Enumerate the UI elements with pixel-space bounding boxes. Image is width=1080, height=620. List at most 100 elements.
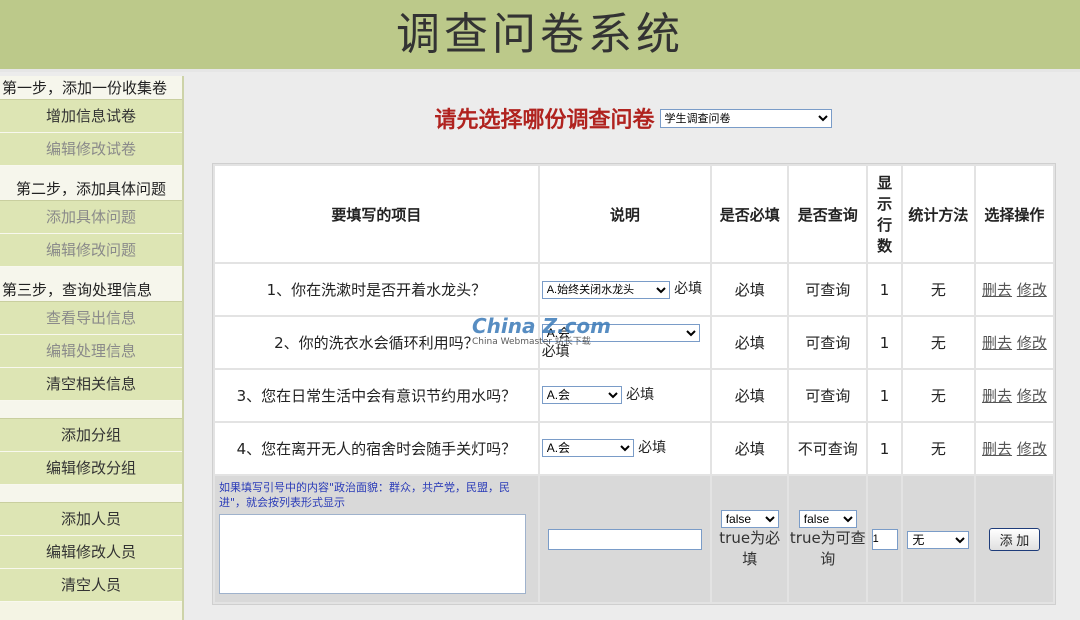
sidebar-step1-heading: 第一步，添加一份收集卷 xyxy=(0,76,182,100)
sidebar-item-view-export[interactable]: 查看导出信息 xyxy=(0,302,182,335)
ops-cell: 删去 修改 xyxy=(975,423,1053,474)
new-required-cell: false true为必填 xyxy=(712,476,788,602)
question-table-wrapper: 要填写的项目 说明 是否必填 是否查询 显 示 行 数 统计方法 选择操作 1、… xyxy=(212,163,1056,605)
answer-select[interactable]: A.会 xyxy=(541,386,622,404)
new-stat-cell: 无 xyxy=(902,476,974,602)
desc-required-label: 必填 xyxy=(674,281,703,297)
sidebar-item-edit-group[interactable]: 编辑修改分组 xyxy=(0,452,182,485)
query-cell: 可查询 xyxy=(789,370,867,421)
new-add-cell: 添 加 xyxy=(975,476,1053,602)
ops-cell: 删去 修改 xyxy=(975,317,1053,368)
table-row: 3、您在日常生活中会有意识节约用水吗？ A.会 必填 必填 可查询 1 无 删去… xyxy=(215,370,1053,421)
page-prompt: 请先选择哪份调查问卷 xyxy=(434,107,655,133)
required-cell: 必填 xyxy=(712,423,788,474)
col-header-rows-char: 显 xyxy=(877,174,893,192)
main-content: 请先选择哪份调查问卷 学生调查问卷 要填写的项目 说明 是否必填 是否查询 显 … xyxy=(186,76,1080,620)
sidebar-item-add-group[interactable]: 添加分组 xyxy=(0,419,182,452)
delete-link[interactable]: 删去 xyxy=(982,334,1012,352)
edit-link[interactable]: 修改 xyxy=(1017,440,1047,458)
ops-cell: 删去 修改 xyxy=(975,264,1053,315)
stat-cell: 无 xyxy=(902,423,974,474)
sidebar-item-edit-paper[interactable]: 编辑修改试卷 xyxy=(0,133,182,166)
table-row: 1、你在洗漱时是否开着水龙头？ A.始终关闭水龙头 必填 必填 可查询 1 无 … xyxy=(215,264,1053,315)
sidebar-spacer xyxy=(0,401,182,419)
question-desc: A.会 必填 xyxy=(539,370,711,421)
input-hint: 如果填写引号中的内容"政治面貌：群众，共产党，民盟，民进"，就会按列表形式显示 xyxy=(219,481,511,509)
edit-link[interactable]: 修改 xyxy=(1017,334,1047,352)
new-question-textarea[interactable] xyxy=(219,514,526,594)
sidebar-spacer xyxy=(0,267,182,278)
required-select[interactable]: false xyxy=(720,509,779,528)
query-select[interactable]: false xyxy=(798,509,857,528)
sidebar-item-add-paper[interactable]: 增加信息试卷 xyxy=(0,100,182,133)
col-header-desc: 说明 xyxy=(539,166,711,262)
table-header-row: 要填写的项目 说明 是否必填 是否查询 显 示 行 数 统计方法 选择操作 xyxy=(215,166,1053,262)
app-title: 调查问卷系统 xyxy=(396,9,684,60)
col-header-item: 要填写的项目 xyxy=(215,166,538,262)
edit-link[interactable]: 修改 xyxy=(1017,387,1047,405)
add-button[interactable]: 添 加 xyxy=(988,527,1041,551)
delete-link[interactable]: 删去 xyxy=(982,440,1012,458)
sidebar-item-edit-member[interactable]: 编辑修改人员 xyxy=(0,536,182,569)
rows-cell: 1 xyxy=(868,264,901,315)
col-header-stat: 统计方法 xyxy=(902,166,974,262)
table-row: 4、您在离开无人的宿舍时会随手关灯吗？ A.会 必填 必填 不可查询 1 无 删… xyxy=(215,423,1053,474)
question-desc: A.始终关闭水龙头 必填 xyxy=(539,264,711,315)
edit-link[interactable]: 修改 xyxy=(1017,281,1047,299)
sidebar: 第一步，添加一份收集卷 增加信息试卷 编辑修改试卷 第二步，添加具体问题 添加具… xyxy=(0,76,184,620)
col-header-rows-char: 数 xyxy=(877,237,893,255)
required-cell: 必填 xyxy=(712,264,788,315)
question-table: 要填写的项目 说明 是否必填 是否查询 显 示 行 数 统计方法 选择操作 1、… xyxy=(212,163,1056,605)
rows-cell: 1 xyxy=(868,423,901,474)
answer-select[interactable]: A.始终关闭水龙头 xyxy=(541,281,670,299)
stat-cell: 无 xyxy=(902,317,974,368)
stat-select[interactable]: 无 xyxy=(907,530,970,549)
rows-input[interactable] xyxy=(871,528,898,550)
stat-cell: 无 xyxy=(902,370,974,421)
table-row: 2、你的洗衣水会循环利用吗？ A.会 必填 必填 可查询 1 无 删去 修改 xyxy=(215,317,1053,368)
new-question-cell: 如果填写引号中的内容"政治面貌：群众，共产党，民盟，民进"，就会按列表形式显示 xyxy=(215,476,538,602)
sidebar-spacer xyxy=(0,166,182,177)
required-cell: 必填 xyxy=(712,317,788,368)
answer-select[interactable]: A.会 xyxy=(541,439,634,457)
question-text: 4、您在离开无人的宿舍时会随手关灯吗？ xyxy=(215,423,538,474)
sidebar-item-clear-info[interactable]: 清空相关信息 xyxy=(0,368,182,401)
sidebar-item-edit-question[interactable]: 编辑修改问题 xyxy=(0,234,182,267)
new-desc-input[interactable] xyxy=(547,528,702,550)
sidebar-item-add-member[interactable]: 添加人员 xyxy=(0,503,182,536)
question-text: 3、您在日常生活中会有意识节约用水吗？ xyxy=(215,370,538,421)
required-cell: 必填 xyxy=(712,370,788,421)
query-note: true为可查询 xyxy=(789,528,866,568)
stat-cell: 无 xyxy=(902,264,974,315)
answer-select[interactable]: A.会 xyxy=(541,323,700,342)
survey-select[interactable]: 学生调查问卷 xyxy=(659,108,832,128)
rows-cell: 1 xyxy=(868,317,901,368)
delete-link[interactable]: 删去 xyxy=(982,387,1012,405)
sidebar-item-add-question[interactable]: 添加具体问题 xyxy=(0,201,182,234)
delete-link[interactable]: 删去 xyxy=(982,281,1012,299)
question-text: 2、你的洗衣水会循环利用吗？ xyxy=(215,317,538,368)
required-note: true为必填 xyxy=(719,528,781,568)
col-header-required: 是否必填 xyxy=(712,166,788,262)
sidebar-spacer xyxy=(0,485,182,503)
add-question-row: 如果填写引号中的内容"政治面貌：群众，共产党，民盟，民进"，就会按列表形式显示 … xyxy=(215,476,1053,602)
col-header-rows-char: 行 xyxy=(877,216,893,234)
new-desc-cell xyxy=(539,476,711,602)
new-query-cell: false true为可查询 xyxy=(789,476,867,602)
sidebar-step3-heading: 第三步，查询处理信息 xyxy=(0,278,182,302)
query-cell: 可查询 xyxy=(789,264,867,315)
query-cell: 可查询 xyxy=(789,317,867,368)
new-rows-cell xyxy=(868,476,901,602)
desc-required-label: 必填 xyxy=(541,343,570,360)
ops-cell: 删去 修改 xyxy=(975,370,1053,421)
sidebar-item-edit-info[interactable]: 编辑处理信息 xyxy=(0,335,182,368)
query-cell: 不可查询 xyxy=(789,423,867,474)
col-header-ops: 选择操作 xyxy=(975,166,1053,262)
question-desc: A.会 必填 xyxy=(539,317,711,368)
col-header-rows-char: 示 xyxy=(877,195,893,213)
question-desc: A.会 必填 xyxy=(539,423,711,474)
desc-required-label: 必填 xyxy=(638,440,667,456)
sidebar-item-clear-member[interactable]: 清空人员 xyxy=(0,569,182,602)
col-header-rows: 显 示 行 数 xyxy=(868,166,901,262)
sidebar-step2-heading: 第二步，添加具体问题 xyxy=(0,177,182,201)
